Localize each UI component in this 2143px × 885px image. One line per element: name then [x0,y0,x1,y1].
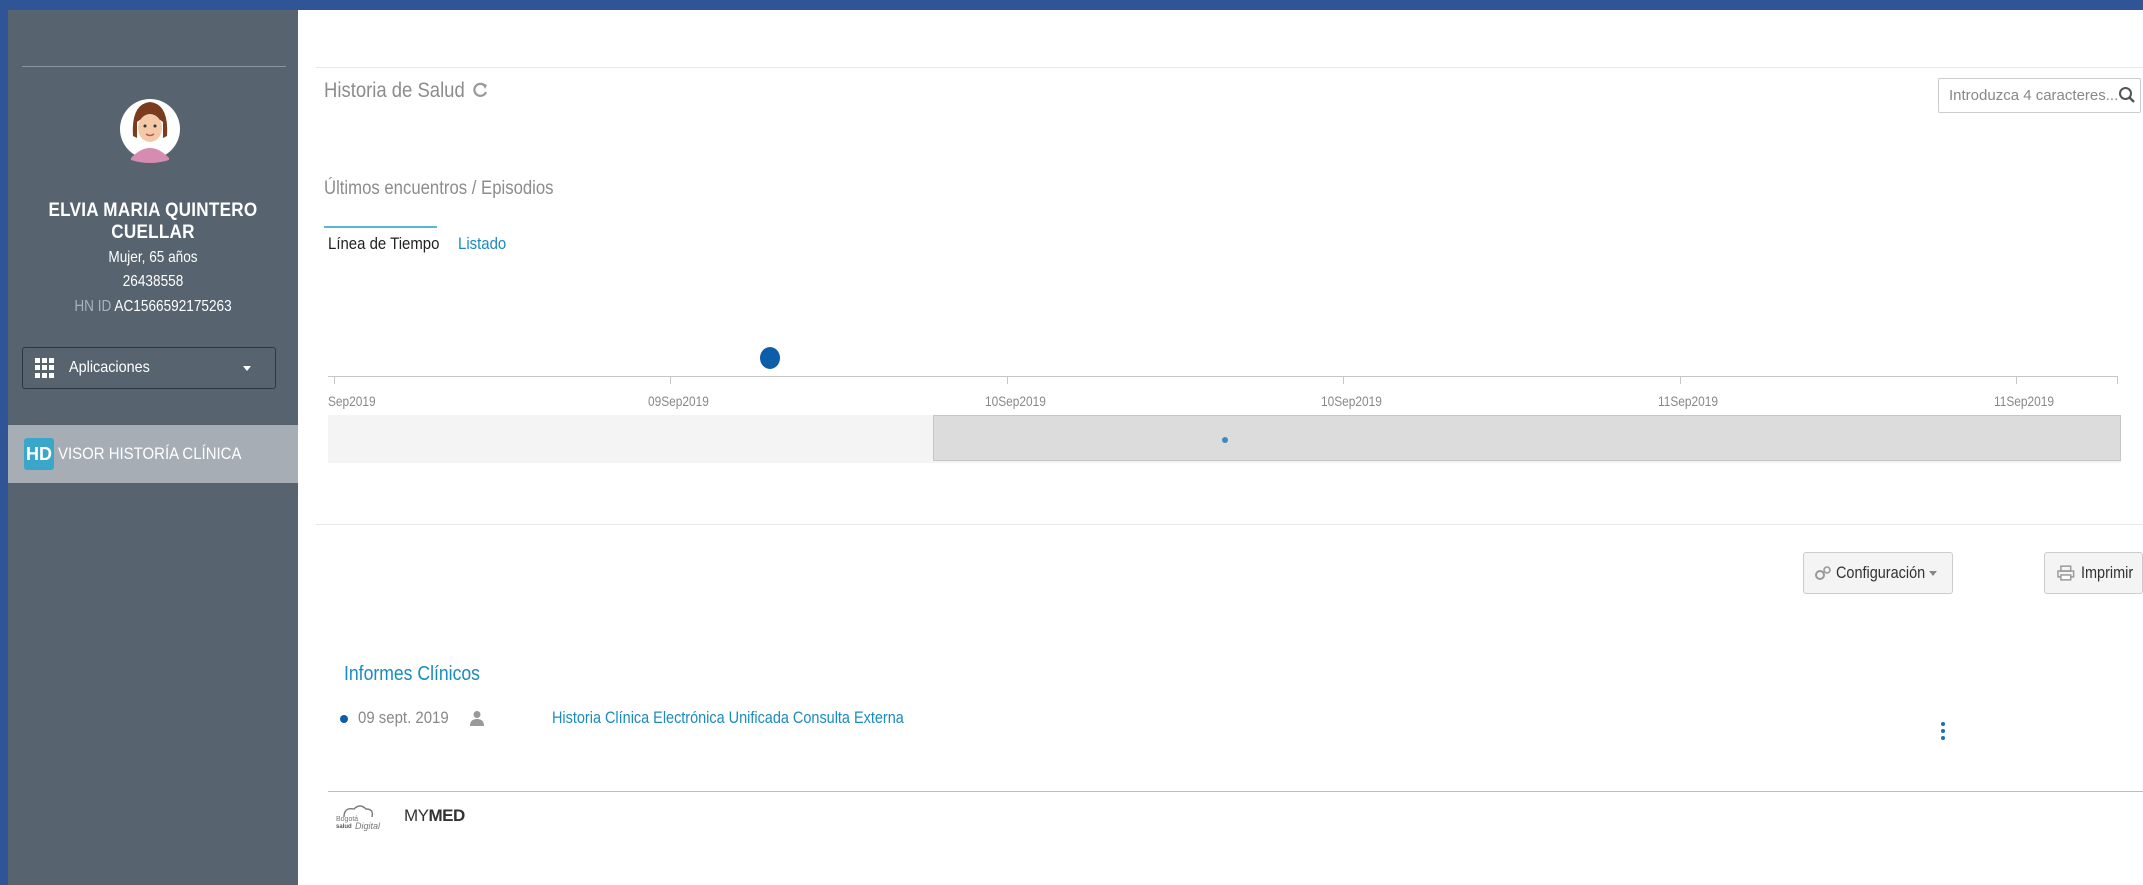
search-field[interactable] [1938,78,2141,113]
timeline-tick-label: 09Sep2019 [648,393,709,409]
gears-icon [1815,566,1831,580]
patient-hn-id-line: HN ID AC1566592175263 [30,297,277,317]
caret-down-icon [1928,570,1937,576]
timeline-tick-label: 11Sep2019 [1658,393,1719,409]
header-divider [316,67,2143,68]
hn-id-label: HN ID [74,298,112,315]
mymed-logo-my: MY [404,806,429,825]
timeline-tick [670,376,671,384]
apps-dropdown-button[interactable]: Aplicaciones [22,347,276,389]
report-date: 09 sept. 2019 [358,708,449,727]
sidebar-item-visor-historia[interactable]: HD VISOR HISTORÍA CLÍNICA [8,425,298,483]
print-label: Imprimir [2080,563,2133,582]
sidebar-item-label: VISOR HISTORÍA CLÍNICA [58,444,242,463]
patient-avatar [120,99,180,163]
timeline-tick-label: 10Sep2019 [985,393,1046,409]
timeline-event-marker[interactable] [760,347,780,369]
sidebar: ELVIA MARIA QUINTERO CUELLAR Mujer, 65 a… [8,10,298,885]
search-input[interactable] [1947,86,2121,105]
app-badge: HD [24,438,54,470]
timeline-tick [334,376,335,384]
bullet-icon [340,715,348,723]
patient-document: 26438558 [122,273,184,290]
patient-name: ELVIA MARIA QUINTERO CUELLAR [48,200,258,243]
timeline-mini-marker [1222,437,1228,443]
patient-gender-age: Mujer, 65 años [108,249,198,266]
timeline-tick-label: 11Sep2019 [1994,393,2055,409]
search-icon[interactable] [2118,86,2136,104]
tab-listado[interactable]: Listado [458,234,506,254]
mymed-logo-med: MED [428,806,466,825]
section-divider [316,524,2143,525]
hn-id-value: AC1566592175263 [114,298,232,315]
page-title: Historia de Salud [324,79,465,102]
reports-title: Informes Clínicos [344,663,480,685]
configuration-label: Configuración [1836,563,1926,582]
timeline-tick [1007,376,1008,384]
caret-down-icon [243,366,251,371]
report-link[interactable]: Historia Clínica Electrónica Unificada C… [552,708,904,728]
apps-label: Aplicaciones [69,359,150,376]
svg-text:Digital: Digital [355,821,381,831]
report-list-item: 09 sept. 2019 Historia Clínica Electróni… [338,700,2038,740]
print-button[interactable]: Imprimir [2044,552,2143,594]
timeline-axis [328,376,2118,377]
tab-linea-de-tiempo[interactable]: Línea de Tiempo [328,234,439,254]
timeline-tick [1680,376,1681,384]
encounters-subtitle: Últimos encuentros / Episodios [324,178,554,199]
sidebar-divider [22,66,286,67]
mymed-logo: MYMED [404,806,465,826]
printer-icon [2057,565,2075,581]
apps-grid-icon [35,358,55,378]
refresh-icon[interactable] [470,80,490,100]
configuration-button[interactable]: Configuración [1803,552,1953,594]
more-options-icon[interactable] [1941,722,1945,744]
bogota-salud-digital-logo: Bogotá salud Digital [336,805,381,831]
window-frame [0,0,8,885]
timeline-tick [2117,376,2118,384]
footer-divider [328,791,2143,792]
timeline-tick-label: Sep2019 [328,393,376,409]
main-content: Historia de Salud Últimos encuentros / E… [298,10,2143,885]
svg-text:salud: salud [336,824,352,830]
timeline-tick [2016,376,2017,384]
timeline-tick-label: 10Sep2019 [1321,393,1382,409]
timeline-range-window[interactable] [933,415,2121,461]
active-tab-indicator [324,226,437,228]
timeline-tick [1343,376,1344,384]
user-icon [470,711,484,726]
